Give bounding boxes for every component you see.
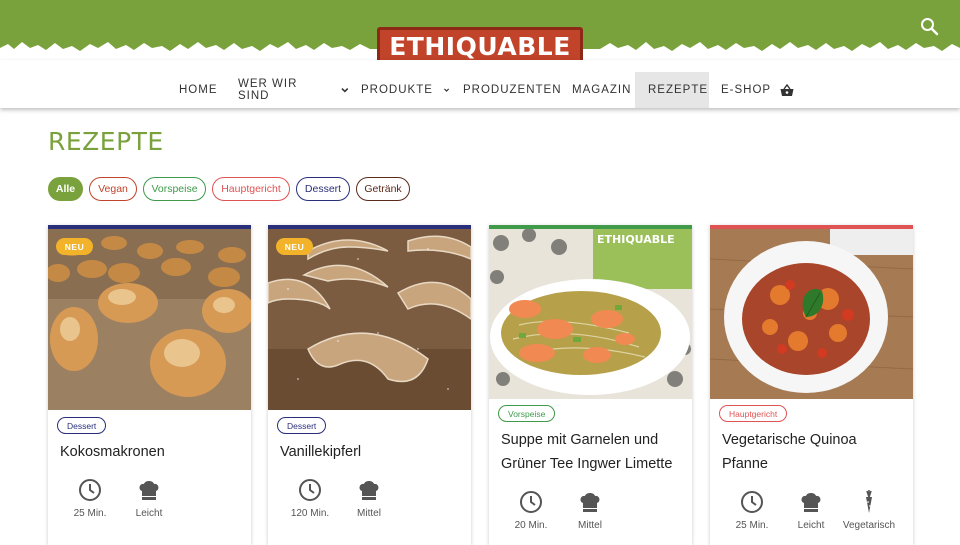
nav-label: PRODUZENTEN [463,84,562,96]
prep-time: 25 Min. [60,478,120,519]
prep-time: 25 Min. [722,490,782,531]
recipe-title[interactable]: Vanillekipferl [280,440,465,464]
recipe-image[interactable] [268,229,471,410]
nav-e-shop[interactable]: E-SHOP [710,72,796,108]
nav-magazin[interactable]: MAGAZIN [560,72,634,108]
nav-rezepte[interactable]: REZEPTE [635,72,709,108]
prep-time-value: 20 Min. [514,520,548,531]
recipe-card[interactable]: NEU Dessert Kokosmakronen 25 Min. Leicht [48,225,251,545]
filter-getraenk[interactable]: Getränk [356,177,410,201]
category-tag[interactable]: Dessert [277,417,327,434]
category-tag[interactable]: Vorspeise [498,405,556,422]
filter-label: Hauptgericht [221,183,281,195]
recipe-image[interactable] [48,229,251,410]
recipe-card[interactable]: ETHIQUABLE Vorspeise Suppe mit Garnelen … [489,225,692,545]
recipe-card[interactable]: Hauptgericht Vegetarische Quinoa Pfanne … [710,225,913,545]
clock-icon [79,479,101,501]
package-text: ETHIQUABLE [597,233,675,246]
recipe-title[interactable]: Kokosmakronen [60,440,245,464]
difficulty: Leicht [781,490,841,531]
nav-label: PRODUKTE [361,84,433,96]
filter-dessert[interactable]: Dessert [296,177,350,201]
recipe-title-line-1[interactable]: Vegetarische Quinoa [722,428,907,452]
difficulty-value: Leicht [135,508,163,519]
nav-label: REZEPTE [648,84,709,96]
chef-hat-icon [801,493,821,512]
logo-text: ETHIQUABLE [389,31,571,61]
nav-label: E-SHOP [721,84,772,96]
nav-label: HOME [179,84,218,96]
recipe-title-line-2[interactable]: Grüner Tee Ingwer Limette [501,452,686,476]
diet: Vegetarisch [839,490,899,531]
difficulty-value: Mittel [578,520,602,531]
main-navigation: HOME WER WIR SIND PRODUKTE PRODUZENTEN M… [0,60,960,108]
new-badge: NEU [276,238,313,255]
filter-label: Alle [55,183,76,195]
nav-wer-wir-sind[interactable]: WER WIR SIND [226,72,350,108]
filter-label: Vegan [98,183,128,195]
chef-hat-icon [139,481,159,500]
filter-hauptgericht[interactable]: Hauptgericht [212,177,290,201]
recipe-title-line-1[interactable]: Suppe mit Garnelen und [501,428,686,452]
filter-alle[interactable]: Alle [48,177,83,201]
clock-icon [299,479,321,501]
filter-label: Getränk [364,183,402,195]
nav-label: MAGAZIN [572,84,632,96]
nav-home[interactable]: HOME [168,72,222,108]
search-icon[interactable] [919,16,941,38]
recipe-title-line-2[interactable]: Pfanne [722,452,907,476]
chef-hat-icon [580,493,600,512]
filter-label: Vorspeise [151,183,198,195]
nav-produzenten[interactable]: PRODUZENTEN [452,72,561,108]
recipe-card[interactable]: NEU Dessert Vanillekipferl 120 Min. Mitt… [268,225,471,545]
clock-icon [741,491,763,513]
prep-time-value: 25 Min. [735,520,769,531]
difficulty: Mittel [560,490,620,531]
prep-time-value: 25 Min. [73,508,107,519]
nav-produkte[interactable]: PRODUKTE [350,72,450,108]
page-title: REZEPTE [48,127,164,156]
recipe-image[interactable]: ETHIQUABLE [489,229,692,399]
diet-value: Vegetarisch [842,520,896,531]
difficulty-value: Mittel [357,508,381,519]
chevron-down-icon [341,87,349,93]
difficulty-value: Leicht [797,520,825,531]
prep-time: 20 Min. [501,490,561,531]
difficulty: Leicht [119,478,179,519]
nav-label: WER WIR SIND [238,78,298,102]
prep-time-value: 120 Min. [290,508,330,519]
chevron-down-icon [443,88,449,92]
filter-vorspeise[interactable]: Vorspeise [143,177,206,201]
difficulty: Mittel [339,478,399,519]
filter-vegan[interactable]: Vegan [89,177,137,201]
prep-time: 120 Min. [280,478,340,519]
clock-icon [520,491,542,513]
new-badge: NEU [56,238,93,255]
category-tag[interactable]: Hauptgericht [719,405,788,422]
category-tag[interactable]: Dessert [57,417,107,434]
carrot-icon [866,490,872,513]
filter-label: Dessert [304,183,342,195]
recipe-image[interactable] [710,229,913,399]
basket-icon [780,83,794,96]
chef-hat-icon [359,481,379,500]
